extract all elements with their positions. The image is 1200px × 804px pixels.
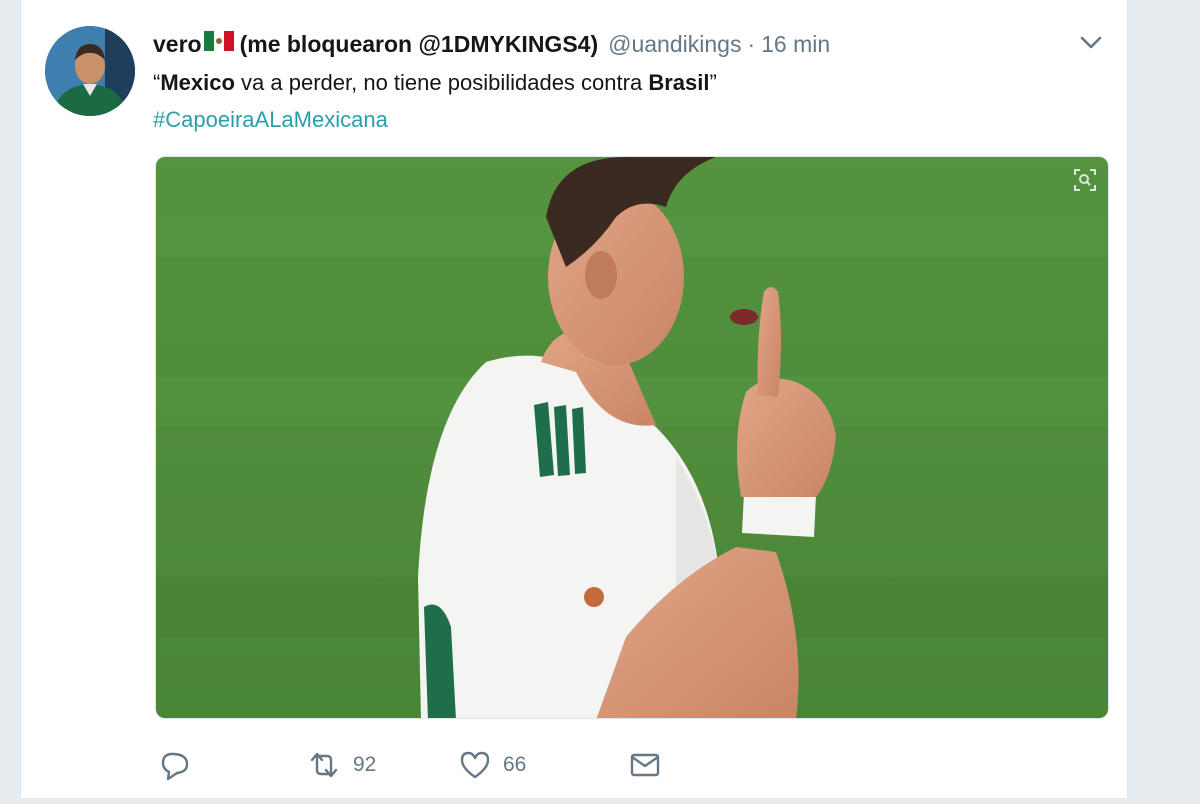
zoom-icon[interactable] bbox=[1072, 167, 1098, 193]
avatar[interactable] bbox=[45, 26, 135, 116]
reply-icon bbox=[161, 752, 189, 781]
retweet-count: 92 bbox=[353, 753, 377, 776]
tweet-header: vero (me bloquearon @1DMYKINGS4) @uandik… bbox=[153, 30, 830, 58]
direct-message-button[interactable] bbox=[629, 745, 661, 785]
avatar-image bbox=[45, 26, 135, 116]
chevron-down-icon[interactable] bbox=[1079, 32, 1103, 52]
envelope-icon bbox=[630, 753, 660, 777]
name-suffix[interactable]: (me bloquearon @1DMYKINGS4) bbox=[240, 30, 599, 58]
reply-button[interactable] bbox=[159, 745, 191, 785]
mexico-flag-icon bbox=[203, 31, 234, 51]
separator-dot: · bbox=[747, 31, 756, 57]
user-handle[interactable]: @uandikings bbox=[608, 30, 741, 58]
text-bold-mexico: Mexico bbox=[160, 70, 235, 95]
tweet-card[interactable]: vero (me bloquearon @1DMYKINGS4) @uandik… bbox=[20, 0, 1128, 798]
tweet-media-image[interactable] bbox=[155, 156, 1109, 719]
heart-icon bbox=[460, 751, 490, 779]
close-quote: ” bbox=[709, 70, 717, 95]
retweet-icon bbox=[310, 752, 338, 778]
hashtag-link[interactable]: #CapoeiraALaMexicana bbox=[153, 106, 388, 134]
text-bold-brasil: Brasil bbox=[648, 70, 710, 95]
text-middle: va a perder, no tiene posibilidades cont… bbox=[234, 70, 649, 95]
tweet-timestamp[interactable]: 16 min bbox=[761, 30, 830, 58]
soccer-player-photo bbox=[156, 157, 1108, 718]
tweet-text: “Mexico va a perder, no tiene posibilida… bbox=[153, 69, 717, 97]
like-button[interactable]: 66 bbox=[459, 745, 526, 785]
display-name[interactable]: vero bbox=[153, 30, 202, 58]
tweet-actions: 92 66 bbox=[155, 745, 755, 785]
retweet-button[interactable]: 92 bbox=[307, 745, 376, 785]
like-count: 66 bbox=[503, 753, 527, 776]
